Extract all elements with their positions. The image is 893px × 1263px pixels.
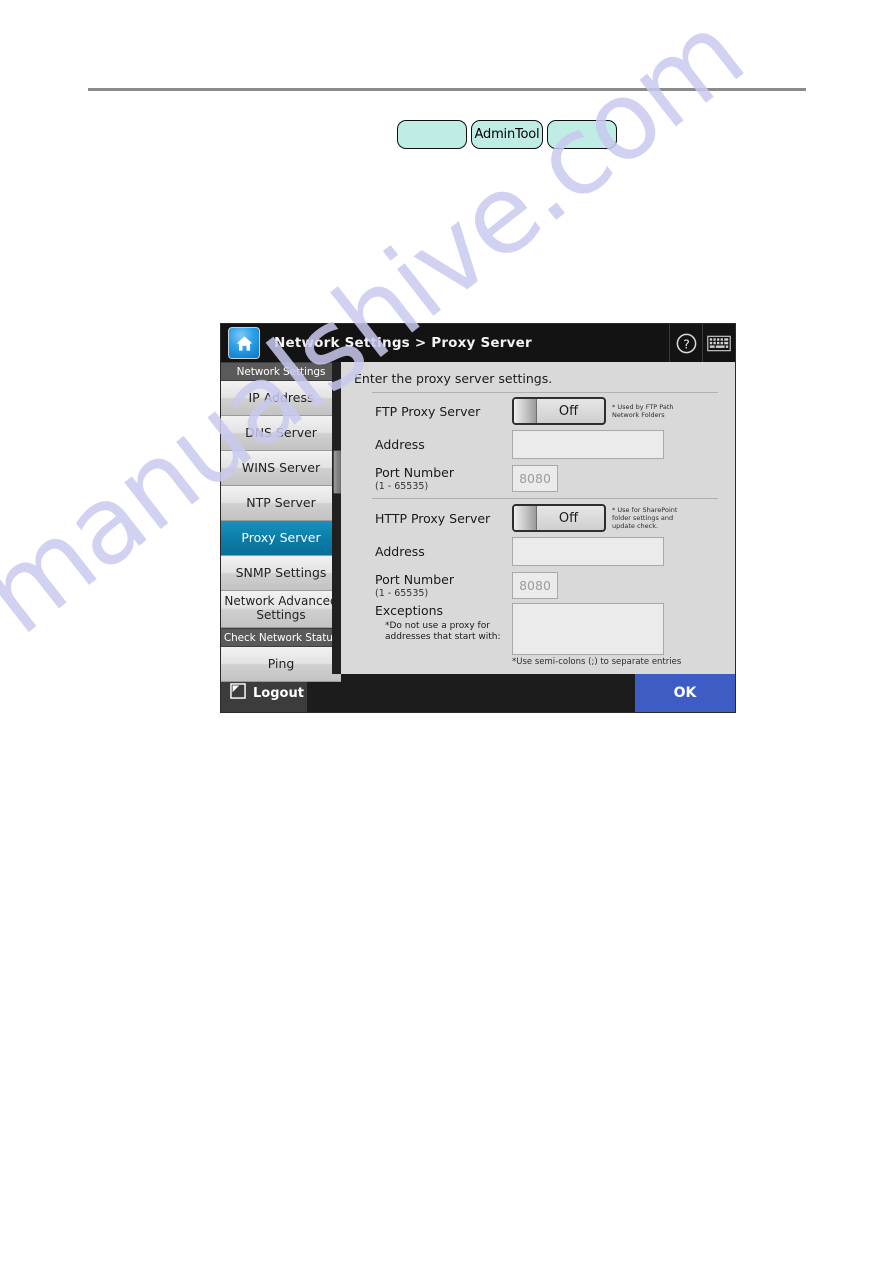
content-divider-middle: [372, 498, 718, 499]
http-port-label-text: Port Number: [375, 571, 454, 587]
http-address-label: Address: [375, 544, 425, 559]
sidebar-item-proxy-server[interactable]: Proxy Server: [221, 521, 341, 556]
http-address-row: Address: [352, 537, 724, 566]
device-panel: Network Settings > Proxy Server ? Networ…: [221, 324, 735, 712]
ftp-port-input[interactable]: 8080: [512, 464, 558, 492]
http-port-label: Port Number (1 - 65535): [352, 572, 512, 599]
http-exceptions-note: *Do not use a proxy for addresses that s…: [385, 621, 501, 643]
ftp-port-label-text: Port Number: [375, 464, 454, 480]
http-port-range: (1 - 65535): [375, 587, 429, 599]
http-exceptions-footnote: *Use semi-colons (;) to separate entries: [512, 657, 682, 667]
sidebar-scrollbar[interactable]: [332, 362, 342, 674]
sidebar-section-network-settings: Network Settings: [221, 362, 341, 381]
ftp-port-label: Port Number (1 - 65535): [352, 465, 512, 492]
pill-admintool[interactable]: AdminTool: [471, 120, 543, 149]
http-proxy-toggle[interactable]: Off: [512, 504, 606, 532]
pill-blank-left[interactable]: [397, 120, 467, 149]
http-exceptions-input[interactable]: [512, 603, 664, 655]
http-address-input[interactable]: [512, 537, 664, 566]
ftp-proxy-toggle-value: Off: [558, 403, 579, 419]
ok-button[interactable]: OK: [635, 674, 735, 712]
logout-label: Logout: [253, 685, 304, 701]
footer-spacer: [307, 674, 635, 712]
http-exceptions-row: Exceptions *Do not use a proxy for addre…: [352, 603, 724, 667]
ftp-address-row: Address: [352, 430, 724, 459]
ftp-proxy-note: * Used by FTP Path Network Folders: [612, 402, 674, 419]
http-port-row: Port Number (1 - 65535) 8080: [352, 571, 724, 599]
http-exceptions-label-block: Exceptions *Do not use a proxy for addre…: [352, 603, 512, 644]
logout-icon: [230, 683, 246, 703]
ftp-address-label: Address: [375, 437, 425, 452]
header-icon-group: ?: [669, 324, 735, 362]
sidebar-item-wins-server[interactable]: WINS Server: [221, 451, 341, 486]
http-port-input[interactable]: 8080: [512, 571, 558, 599]
ftp-proxy-toggle-row: FTP Proxy Server Off * Used by FTP Path …: [352, 397, 724, 425]
http-proxy-note: * Use for SharePoint folder settings and…: [612, 505, 678, 531]
device-header: Network Settings > Proxy Server ?: [221, 324, 735, 362]
ftp-proxy-toggle-knob: [514, 399, 537, 423]
svg-text:?: ?: [683, 336, 690, 351]
sidebar-item-ping[interactable]: Ping: [221, 647, 341, 682]
http-exceptions-label: Exceptions: [375, 603, 444, 618]
ftp-address-input[interactable]: [512, 430, 664, 459]
ftp-proxy-toggle[interactable]: Off: [512, 397, 606, 425]
content-intro-text: Enter the proxy server settings.: [354, 371, 553, 386]
ftp-proxy-label: FTP Proxy Server: [375, 403, 481, 419]
sidebar-section-check-network-status: Check Network Status: [221, 628, 341, 647]
sidebar-item-dns-server[interactable]: DNS Server: [221, 416, 341, 451]
http-proxy-toggle-row: HTTP Proxy Server Off * Use for SharePoi…: [352, 504, 724, 532]
device-body: Network Settings IP Address DNS Server W…: [221, 362, 735, 682]
sidebar-item-ip-address[interactable]: IP Address: [221, 381, 341, 416]
ftp-port-range: (1 - 65535): [375, 480, 429, 492]
home-icon[interactable]: [228, 327, 260, 359]
keyboard-icon[interactable]: [702, 324, 735, 362]
settings-content: Enter the proxy server settings. FTP Pro…: [341, 362, 735, 674]
ftp-port-row: Port Number (1 - 65535) 8080: [352, 464, 724, 492]
page-top-rule: [88, 88, 806, 91]
sidebar-item-snmp-settings[interactable]: SNMP Settings: [221, 556, 341, 591]
sidebar-item-ntp-server[interactable]: NTP Server: [221, 486, 341, 521]
http-proxy-toggle-knob: [514, 506, 537, 530]
help-icon[interactable]: ?: [669, 324, 702, 362]
http-exceptions-field-block: *Use semi-colons (;) to separate entries: [512, 603, 681, 667]
pill-blank-right[interactable]: [547, 120, 617, 149]
sidebar-item-network-advanced-settings[interactable]: Network Advanced Settings: [221, 591, 341, 628]
http-proxy-toggle-value: Off: [558, 510, 579, 526]
sidebar: Network Settings IP Address DNS Server W…: [221, 362, 342, 682]
breadcrumb-title: Network Settings > Proxy Server: [274, 335, 532, 351]
content-divider-top: [372, 392, 718, 393]
http-proxy-label: HTTP Proxy Server: [375, 510, 491, 526]
breadcrumb-pill-row: AdminTool: [397, 120, 617, 149]
